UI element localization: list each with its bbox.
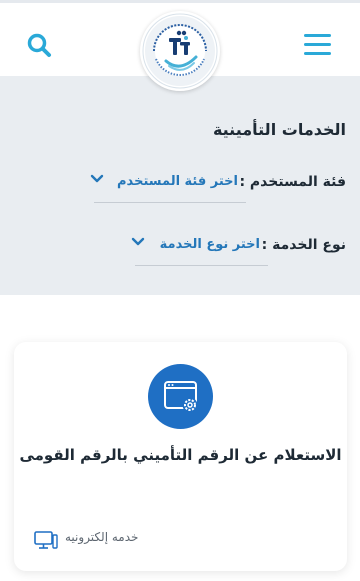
- user-category-select[interactable]: اختر فئة المستخدم: [90, 168, 246, 203]
- service-type-select[interactable]: اختر نوع الخدمة: [131, 231, 268, 266]
- chevron-down-icon: [90, 174, 104, 183]
- menu-bar: [304, 34, 331, 37]
- hamburger-menu-icon[interactable]: [304, 33, 332, 58]
- service-card[interactable]: الاستعلام عن الرقم التأميني بالرقم القوم…: [14, 342, 347, 571]
- service-type-value: اختر نوع الخدمة: [159, 237, 260, 252]
- browser-settings-icon: [148, 364, 213, 429]
- desktop-computer-icon: [34, 531, 58, 549]
- services-filter-panel: الخدمات التأمينية فئة المستخدم : اختر فئ…: [0, 76, 360, 295]
- user-category-label: فئة المستخدم :: [239, 174, 346, 190]
- browser-settings-glyph: [164, 381, 198, 413]
- section-title: الخدمات التأمينية: [212, 120, 346, 139]
- chevron-down-icon: [131, 237, 145, 246]
- search-button[interactable]: [26, 32, 54, 60]
- service-type-text: خدمه إلكترونيه: [65, 530, 139, 544]
- menu-bar: [304, 43, 331, 46]
- organization-logo[interactable]: [140, 11, 220, 91]
- search-icon: [27, 33, 51, 57]
- service-title: الاستعلام عن الرقم التأميني بالرقم القوم…: [19, 446, 342, 464]
- logo-emblem-icon: [142, 13, 218, 89]
- service-type-label: نوع الخدمة :: [261, 237, 346, 253]
- menu-bar: [304, 52, 331, 55]
- user-category-value: اختر فئة المستخدم: [117, 174, 238, 189]
